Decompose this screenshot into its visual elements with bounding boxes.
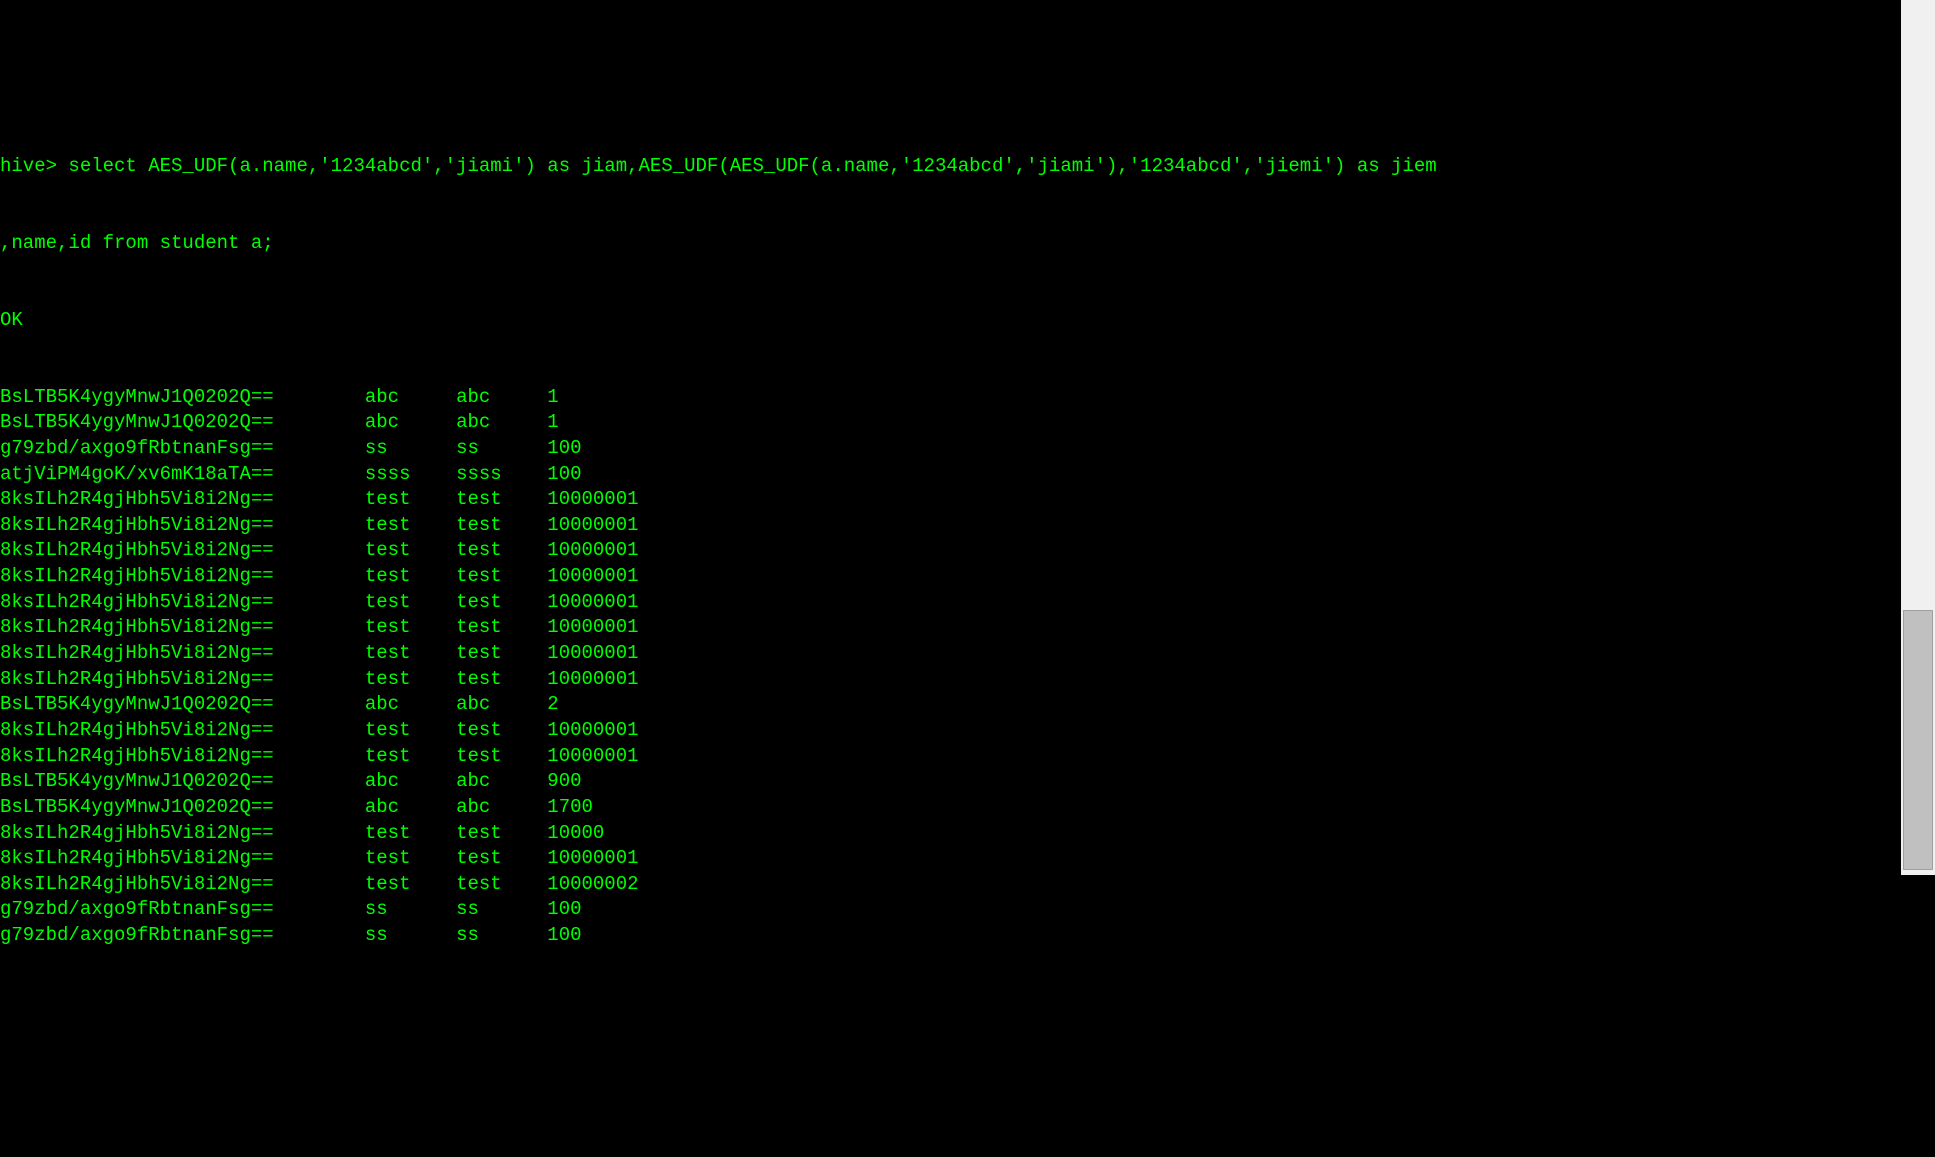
table-row: 8ksILh2R4gjHbh5Vi8i2Ng== test test 10000…: [0, 744, 1901, 770]
table-row: 8ksILh2R4gjHbh5Vi8i2Ng== test test 10000…: [0, 615, 1901, 641]
table-row: 8ksILh2R4gjHbh5Vi8i2Ng== test test 10000…: [0, 641, 1901, 667]
table-row: 8ksILh2R4gjHbh5Vi8i2Ng== test test 10000…: [0, 718, 1901, 744]
table-row: 8ksILh2R4gjHbh5Vi8i2Ng== test test 10000…: [0, 846, 1901, 872]
table-row: g79zbd/axgo9fRbtnanFsg== ss ss 100: [0, 897, 1901, 923]
table-row: 8ksILh2R4gjHbh5Vi8i2Ng== test test 10000…: [0, 564, 1901, 590]
table-row: BsLTB5K4ygyMnwJ1Q0202Q== abc abc 1: [0, 410, 1901, 436]
scrollbar-thumb[interactable]: [1903, 610, 1933, 870]
query-line-2: ,name,id from student a;: [0, 231, 1901, 257]
result-rows: BsLTB5K4ygyMnwJ1Q0202Q== abc abc 1BsLTB5…: [0, 385, 1901, 949]
table-row: g79zbd/axgo9fRbtnanFsg== ss ss 100: [0, 923, 1901, 949]
ok-status: OK: [0, 308, 1901, 334]
table-row: 8ksILh2R4gjHbh5Vi8i2Ng== test test 10000: [0, 821, 1901, 847]
table-row: BsLTB5K4ygyMnwJ1Q0202Q== abc abc 1: [0, 385, 1901, 411]
query-line-1: hive> select AES_UDF(a.name,'1234abcd','…: [0, 154, 1901, 180]
table-row: atjViPM4goK/xv6mK18aTA== ssss ssss 100: [0, 462, 1901, 488]
table-row: BsLTB5K4ygyMnwJ1Q0202Q== abc abc 2: [0, 692, 1901, 718]
table-row: 8ksILh2R4gjHbh5Vi8i2Ng== test test 10000…: [0, 667, 1901, 693]
table-row: 8ksILh2R4gjHbh5Vi8i2Ng== test test 10000…: [0, 872, 1901, 898]
table-row: 8ksILh2R4gjHbh5Vi8i2Ng== test test 10000…: [0, 487, 1901, 513]
table-row: 8ksILh2R4gjHbh5Vi8i2Ng== test test 10000…: [0, 513, 1901, 539]
table-row: 8ksILh2R4gjHbh5Vi8i2Ng== test test 10000…: [0, 538, 1901, 564]
table-row: g79zbd/axgo9fRbtnanFsg== ss ss 100: [0, 436, 1901, 462]
table-row: 8ksILh2R4gjHbh5Vi8i2Ng== test test 10000…: [0, 590, 1901, 616]
scrollbar-track[interactable]: [1901, 0, 1935, 875]
terminal-output[interactable]: hive> select AES_UDF(a.name,'1234abcd','…: [0, 103, 1901, 978]
table-row: BsLTB5K4ygyMnwJ1Q0202Q== abc abc 900: [0, 769, 1901, 795]
table-row: BsLTB5K4ygyMnwJ1Q0202Q== abc abc 1700: [0, 795, 1901, 821]
